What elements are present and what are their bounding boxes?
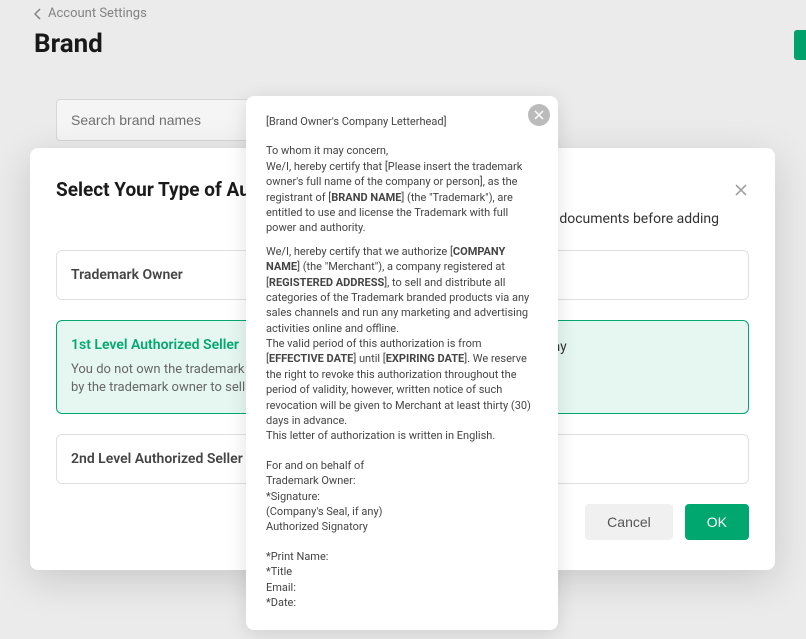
footer-line: *Print Name: (266, 549, 538, 564)
letter-template-modal: [Brand Owner's Company Letterhead] To wh… (246, 96, 558, 630)
option-label: 2nd Level Authorized Seller (71, 451, 243, 467)
sig-line: Authorized Signatory (266, 519, 538, 534)
ok-button[interactable]: OK (685, 504, 749, 540)
cancel-button[interactable]: Cancel (585, 504, 673, 540)
modal-title: Select Your Type of Au (56, 178, 250, 201)
option-label: Trademark Owner (71, 267, 183, 283)
paragraph-4: This letter of authorization is written … (266, 428, 538, 443)
paragraph-2: We/I, hereby certify that we authorize [… (266, 244, 538, 336)
footer-line: Email: (266, 580, 538, 595)
letterhead-text: [Brand Owner's Company Letterhead] (266, 114, 538, 129)
footer-line: *Title (266, 564, 538, 579)
close-icon[interactable] (733, 182, 749, 198)
sig-line: *Signature: (266, 489, 538, 504)
sig-line: (Company's Seal, if any) (266, 504, 538, 519)
paragraph-3: The valid period of this authorization i… (266, 336, 538, 428)
close-icon[interactable] (528, 104, 550, 126)
paragraph-1: We/I, hereby certify that [Please insert… (266, 159, 538, 236)
sig-line: For and on behalf of (266, 458, 538, 473)
footer-line: *Date: (266, 595, 538, 610)
sig-line: Trademark Owner: (266, 473, 538, 488)
greeting: To whom it may concern, (266, 143, 538, 158)
